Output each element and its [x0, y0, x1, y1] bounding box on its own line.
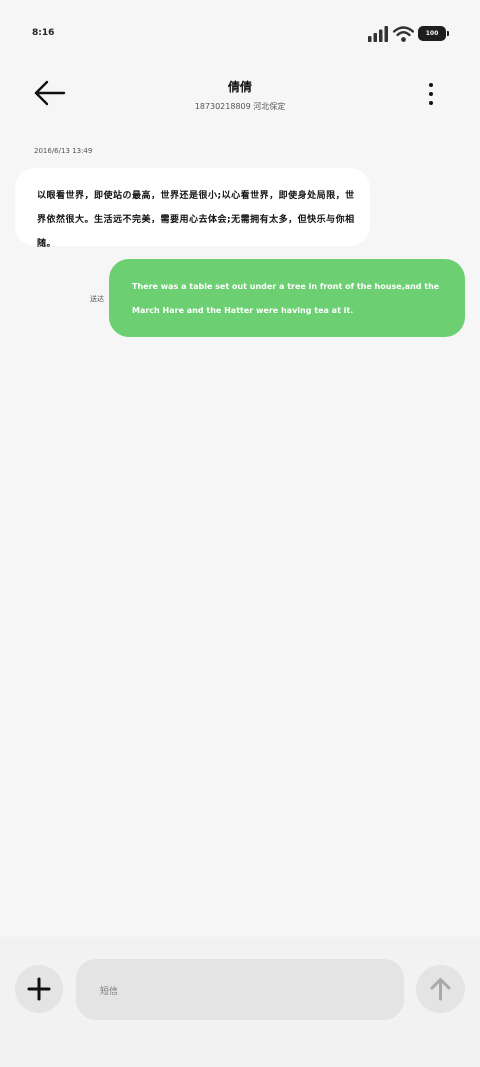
send-button[interactable]: [416, 965, 465, 1013]
contact-name: 倩倩: [227, 80, 252, 94]
message-timestamp: 2016/6/13 13:49: [34, 147, 93, 155]
more-vertical-icon[interactable]: [420, 80, 442, 110]
plus-icon: [27, 977, 51, 1001]
wifi-icon: [393, 26, 414, 42]
contact-subtitle: 18730218809 河北保定: [194, 102, 286, 111]
conversation-header: 倩倩 18730218809 河北保定: [0, 64, 480, 128]
message-composer: 短信: [0, 937, 480, 1067]
status-time: 8:16: [32, 28, 55, 38]
back-arrow-icon[interactable]: [28, 76, 72, 110]
incoming-message-text: 以眼看世界，即使站の最高，世界还是很小;以心看世界，即使身处局限，世界依然很大。…: [37, 191, 355, 249]
outgoing-message-bubble[interactable]: There was a table set out under a tree i…: [109, 259, 465, 337]
send-arrow-icon: [430, 978, 451, 1001]
battery-icon: 100: [418, 26, 450, 41]
add-attachment-button[interactable]: [15, 965, 63, 1013]
signal-icon: [368, 26, 388, 42]
status-bar: 8:16 100: [0, 0, 480, 64]
outgoing-message-text: There was a table set out under a tree i…: [132, 282, 440, 315]
battery-level: 100: [418, 26, 446, 41]
incoming-message-bubble[interactable]: 以眼看世界，即使站の最高，世界还是很小;以心看世界，即使身处局限，世界依然很大。…: [15, 168, 370, 249]
message-input-placeholder: 短信: [100, 987, 119, 997]
message-input[interactable]: 短信: [76, 959, 404, 1020]
delivery-status: 送达: [90, 295, 104, 303]
